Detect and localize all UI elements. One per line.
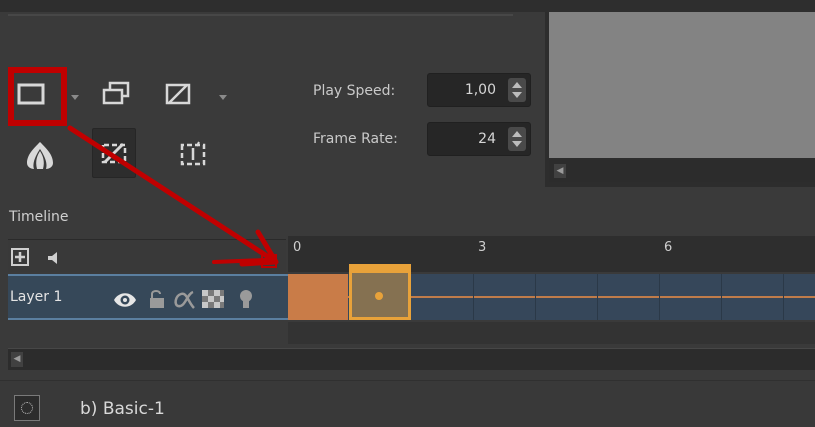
frame-grid-line xyxy=(535,274,536,320)
layer-name[interactable]: Layer 1 xyxy=(10,289,62,305)
top-strip xyxy=(0,0,815,12)
brush-preset-thumbnail[interactable] xyxy=(14,395,40,421)
selected-keyframe-icon xyxy=(101,142,127,164)
remove-frame-icon xyxy=(165,83,191,105)
insert-hold-frame-button[interactable] xyxy=(175,136,211,172)
status-bar: b) Basic-1 xyxy=(0,380,815,427)
duplicate-frame-button[interactable] xyxy=(98,76,134,112)
remove-frame-dropdown-icon[interactable] xyxy=(218,92,228,102)
timeline-docker-title: Timeline xyxy=(9,209,69,225)
play-speed-stepper[interactable] xyxy=(508,78,526,102)
audio-icon[interactable] xyxy=(46,250,62,266)
layer-row[interactable]: Layer 1 xyxy=(8,274,288,320)
eye-icon[interactable] xyxy=(112,288,138,310)
ruler-tick: 6 xyxy=(664,240,673,255)
frame-rate-label: Frame Rate: xyxy=(313,131,398,147)
stepper-up-icon[interactable] xyxy=(512,131,522,137)
stepper-up-icon[interactable] xyxy=(512,82,522,88)
canvas-preview xyxy=(549,12,815,158)
layer-header xyxy=(8,239,286,272)
remove-frame-button[interactable] xyxy=(160,76,196,112)
transparency-checker-icon[interactable] xyxy=(200,288,226,310)
play-speed-spinbox[interactable]: 1,00 xyxy=(427,73,531,107)
keyframe-dot-icon xyxy=(375,292,383,300)
panel-divider xyxy=(8,14,513,16)
play-speed-value[interactable]: 1,00 xyxy=(465,82,496,98)
add-layer-icon[interactable] xyxy=(11,248,29,266)
ruler-tick: 0 xyxy=(293,240,302,255)
brush-preset-name: b) Basic-1 xyxy=(80,399,165,419)
add-frame-dropdown-icon[interactable] xyxy=(70,92,80,102)
frame-0-cell[interactable] xyxy=(288,274,348,320)
brush-tip-icon xyxy=(21,402,33,414)
frame-grid-line xyxy=(473,274,474,320)
bulb-icon[interactable] xyxy=(238,288,254,312)
empty-frame-row xyxy=(288,322,815,344)
selected-keyframe-button[interactable] xyxy=(92,128,136,178)
frame-rate-value[interactable]: 24 xyxy=(478,131,496,147)
alpha-icon[interactable] xyxy=(173,288,197,310)
scroll-left-icon[interactable]: ◀ xyxy=(11,352,23,367)
play-speed-label: Play Speed: xyxy=(313,83,396,99)
frame-grid-line xyxy=(659,274,660,320)
onion-skin-icon xyxy=(27,142,53,169)
stepper-down-icon[interactable] xyxy=(512,141,522,147)
canvas-horizontal-scrollbar[interactable]: ◀ xyxy=(549,160,815,182)
frame-grid-line xyxy=(597,274,598,320)
annotation-highlight-box xyxy=(8,67,67,126)
ruler-tick: 3 xyxy=(478,240,487,255)
scroll-left-icon[interactable]: ◀ xyxy=(554,164,566,178)
stepper-down-icon[interactable] xyxy=(512,92,522,98)
frame-grid-line xyxy=(783,274,784,320)
insert-hold-icon xyxy=(180,141,206,166)
frame-grid-line xyxy=(721,274,722,320)
timeline-horizontal-scrollbar[interactable]: ◀ xyxy=(8,348,815,370)
duplicate-frame-icon xyxy=(102,81,130,105)
onion-skin-button[interactable] xyxy=(22,137,58,173)
frame-rate-stepper[interactable] xyxy=(508,127,526,151)
frame-rate-spinbox[interactable]: 24 xyxy=(427,122,531,156)
lock-icon[interactable] xyxy=(148,288,166,310)
